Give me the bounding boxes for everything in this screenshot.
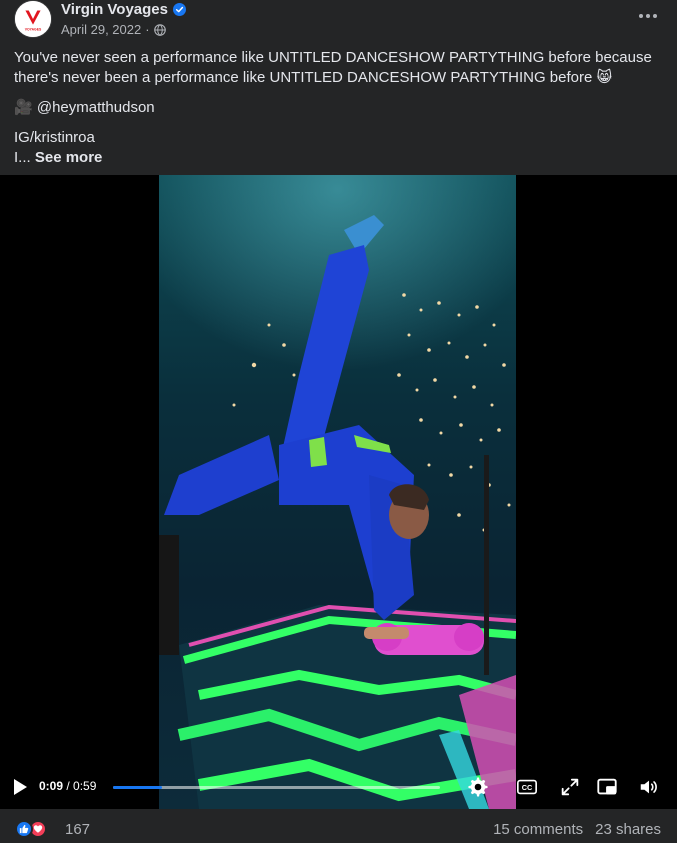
play-icon[interactable] xyxy=(12,778,28,796)
see-more-link[interactable]: See more xyxy=(35,149,103,166)
page-avatar[interactable]: VOYAGES xyxy=(14,0,52,38)
video-player[interactable]: 0:09 / 0:59 CC xyxy=(0,175,677,809)
caption-truncated-row: I... See more xyxy=(14,148,666,168)
closed-captions-icon[interactable]: CC xyxy=(516,776,538,798)
video-time: 0:09 / 0:59 xyxy=(39,779,96,793)
post-header: VOYAGES Virgin Voyages April 29, 2022 · xyxy=(0,0,677,44)
reactions-summary[interactable]: 167 xyxy=(15,820,90,838)
globe-icon xyxy=(153,23,166,36)
post-caption: You've never seen a performance like UNT… xyxy=(14,48,666,168)
post-meta: April 29, 2022 · xyxy=(61,22,166,37)
duration: / 0:59 xyxy=(63,779,97,793)
avatar-wordmark: VOYAGES xyxy=(25,27,42,31)
svg-text:CC: CC xyxy=(522,783,533,792)
like-reaction-icon xyxy=(15,820,33,838)
fullscreen-icon[interactable] xyxy=(559,776,581,798)
video-frame[interactable] xyxy=(159,175,516,809)
post-date[interactable]: April 29, 2022 xyxy=(61,22,141,37)
page-name-link[interactable]: Virgin Voyages xyxy=(61,1,168,18)
facebook-post: VOYAGES Virgin Voyages April 29, 2022 · … xyxy=(0,0,677,843)
verified-badge-icon xyxy=(173,3,186,16)
caption-truncated: I... xyxy=(14,149,31,166)
dot-icon xyxy=(653,14,657,18)
dot-icon xyxy=(639,14,643,18)
caption-credit: 🎥 @heymatthudson xyxy=(14,99,155,116)
page-name-row: Virgin Voyages xyxy=(61,1,186,18)
video-controls: 0:09 / 0:59 CC xyxy=(0,765,677,809)
progress-bar[interactable] xyxy=(113,786,440,789)
volume-icon[interactable] xyxy=(638,776,660,798)
engagement-stats: 15 comments 23 shares xyxy=(493,821,661,838)
meta-separator: · xyxy=(145,22,150,37)
dot-icon xyxy=(646,14,650,18)
progress-fill xyxy=(113,786,163,789)
current-time: 0:09 xyxy=(39,779,64,793)
caption-ig: IG/kristinroa xyxy=(14,129,95,146)
picture-in-picture-icon[interactable] xyxy=(596,776,618,798)
caption-text: You've never seen a performance like UNT… xyxy=(14,49,652,86)
settings-gear-icon[interactable] xyxy=(467,776,489,798)
more-options-button[interactable] xyxy=(633,4,663,28)
reaction-count[interactable]: 167 xyxy=(65,821,90,838)
shares-count[interactable]: 23 shares xyxy=(595,821,661,838)
video-still-image xyxy=(159,175,516,809)
virgin-voyages-logo: VOYAGES xyxy=(15,1,51,37)
comments-count[interactable]: 15 comments xyxy=(493,821,583,838)
post-footer: 167 15 comments 23 shares xyxy=(0,809,677,843)
